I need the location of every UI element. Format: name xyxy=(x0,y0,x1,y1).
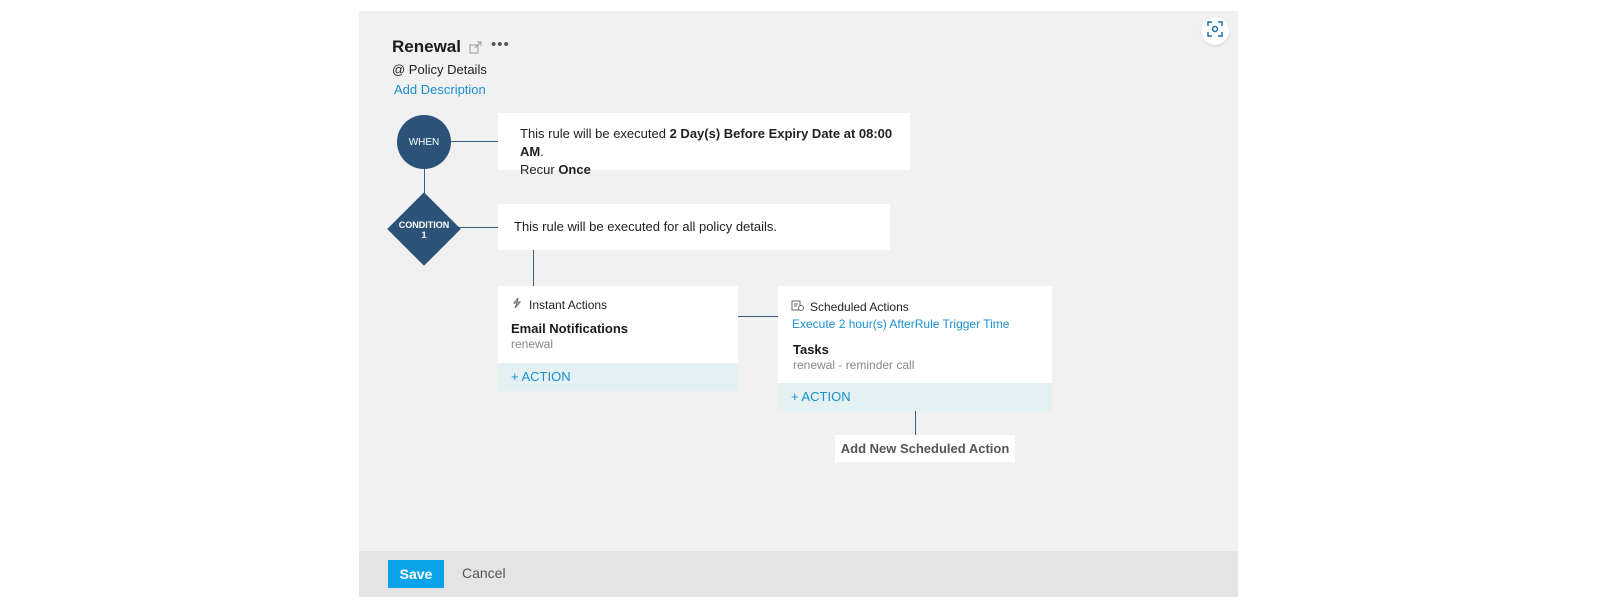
scheduled-actions-header: Scheduled Actions xyxy=(791,299,909,315)
focus-view-button[interactable] xyxy=(1201,17,1229,45)
condition-number: 1 xyxy=(421,230,427,240)
recur-value: Once xyxy=(558,162,591,177)
recur-label: Recur xyxy=(520,162,555,177)
scheduled-action-icon xyxy=(791,299,804,315)
when-description: This rule will be executed 2 Day(s) Befo… xyxy=(520,125,910,179)
when-condition-connector xyxy=(424,169,425,195)
scheduled-actions-card: Scheduled Actions Execute 2 hour(s) Afte… xyxy=(778,286,1052,411)
condition-label: CONDITION 1 xyxy=(388,220,460,240)
rule-editor-panel: Renewal ••• @ Policy Details Add Descrip… xyxy=(359,11,1238,597)
add-new-scheduled-action-button[interactable]: Add New Scheduled Action xyxy=(835,435,1015,462)
when-text-suffix: . xyxy=(540,144,544,159)
more-options-icon[interactable]: ••• xyxy=(491,37,510,52)
condition-description: This rule will be executed for all polic… xyxy=(514,219,778,234)
scheduled-add-action-label: + ACTION xyxy=(791,389,851,404)
add-description-link[interactable]: Add Description xyxy=(394,82,486,97)
scheduled-add-connector xyxy=(915,411,916,435)
instant-actions-card: Instant Actions Email Notifications rene… xyxy=(498,286,738,391)
instant-add-action-button[interactable]: + ACTION xyxy=(498,363,738,391)
execute-time-link[interactable]: Execute 2 hour(s) AfterRule Trigger Time xyxy=(792,317,1009,331)
instant-action-type: Email Notifications xyxy=(511,321,629,336)
scheduled-add-action-button[interactable]: + ACTION xyxy=(778,383,1052,411)
scheduled-action-type: Tasks xyxy=(793,342,829,357)
instant-actions-title: Instant Actions xyxy=(529,297,608,312)
share-icon[interactable] xyxy=(469,41,483,55)
condition-actions-connector xyxy=(533,250,534,286)
scheduled-actions-title: Scheduled Actions xyxy=(810,300,909,314)
cancel-button[interactable]: Cancel xyxy=(462,565,506,581)
when-connector xyxy=(451,141,498,142)
when-card[interactable]: This rule will be executed 2 Day(s) Befo… xyxy=(498,113,910,177)
instant-add-action-label: + ACTION xyxy=(511,369,571,384)
rule-module: @ Policy Details xyxy=(392,62,487,77)
save-button[interactable]: Save xyxy=(388,560,444,588)
condition-card[interactable]: This rule will be executed for all polic… xyxy=(498,204,890,250)
rule-title: Renewal xyxy=(392,37,461,56)
actions-connector xyxy=(738,316,778,317)
editor-footer: Save Cancel xyxy=(359,551,1238,597)
condition-label-text: CONDITION xyxy=(398,220,450,230)
instant-actions-header: Instant Actions xyxy=(511,297,607,312)
instant-action-icon xyxy=(511,297,523,312)
when-text-prefix: This rule will be executed xyxy=(520,126,666,141)
scheduled-action-value[interactable]: renewal - reminder call xyxy=(793,358,914,372)
condition-connector xyxy=(459,227,498,228)
focus-scan-icon xyxy=(1207,20,1223,42)
instant-action-value[interactable]: renewal xyxy=(511,337,553,351)
when-node: WHEN xyxy=(397,115,451,169)
